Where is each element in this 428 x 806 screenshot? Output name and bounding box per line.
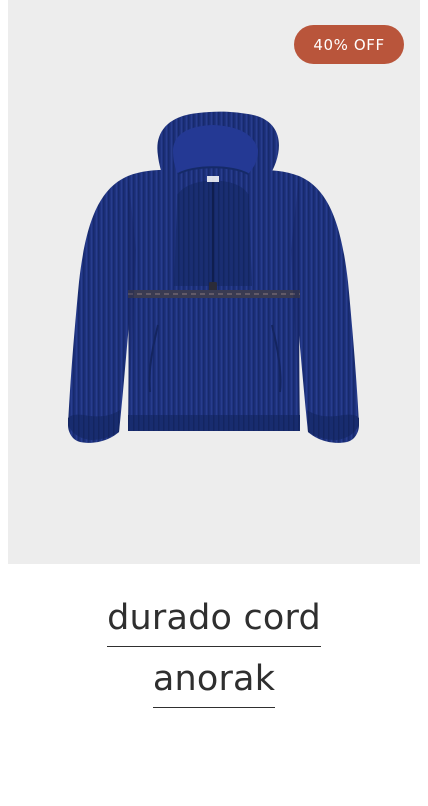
anorak-jacket-illustration xyxy=(68,111,359,443)
product-card[interactable]: 40% OFF durado cord anorak xyxy=(0,0,428,806)
product-image[interactable]: 40% OFF xyxy=(8,0,420,564)
product-title-line-2: anorak xyxy=(152,657,276,708)
discount-badge: 40% OFF xyxy=(294,25,404,64)
product-title-line-1: durado cord xyxy=(107,596,321,647)
product-title-link[interactable]: durado cord anorak xyxy=(0,596,428,708)
